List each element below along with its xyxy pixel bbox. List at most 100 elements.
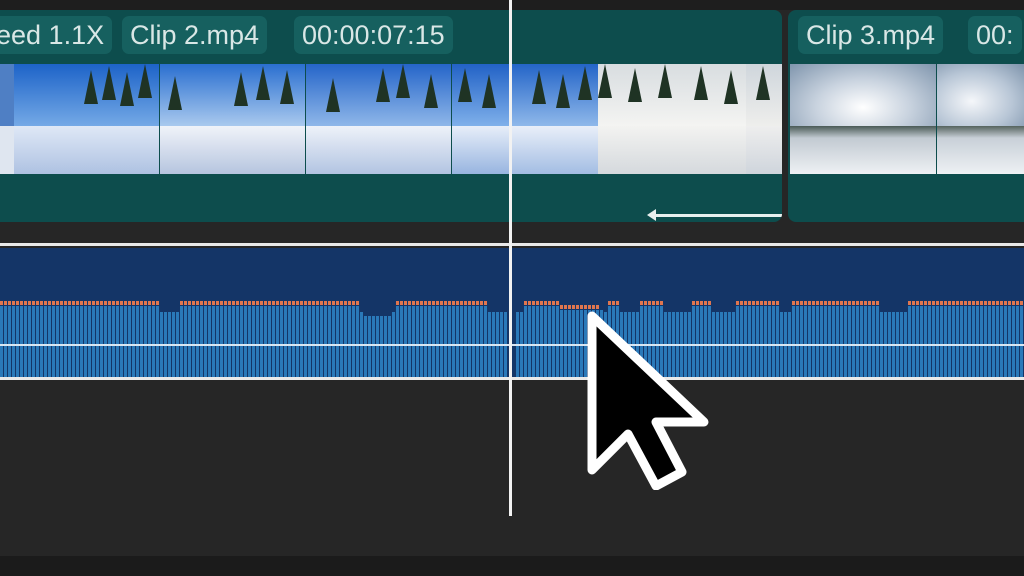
waveform-peak — [132, 301, 135, 305]
waveform-bar — [356, 306, 359, 378]
thumbnail-frame — [14, 64, 159, 174]
waveform-bar — [412, 306, 415, 378]
waveform-bar — [524, 306, 527, 378]
thumbnail-frame — [0, 64, 14, 174]
waveform-peak — [180, 301, 183, 305]
waveform-bar — [208, 306, 211, 378]
clip-name-label: Clip 3.mp4 — [798, 16, 944, 54]
audio-track[interactable] — [0, 248, 1024, 378]
waveform-peak — [152, 301, 155, 305]
waveform-peak — [960, 301, 963, 305]
waveform-peak — [920, 301, 923, 305]
waveform-peak — [436, 301, 439, 305]
waveform-peak — [240, 301, 243, 305]
waveform-bar — [296, 306, 299, 378]
waveform-peak — [424, 301, 427, 305]
waveform-peak — [340, 301, 343, 305]
waveform-peak — [948, 301, 951, 305]
waveform-bar — [484, 306, 487, 378]
waveform-peak — [252, 301, 255, 305]
waveform-peak — [148, 301, 151, 305]
speed-ramp-line[interactable] — [656, 214, 782, 217]
waveform-bar — [204, 306, 207, 378]
waveform-peak — [560, 305, 563, 309]
waveform-peak — [544, 301, 547, 305]
waveform-bar — [1008, 306, 1011, 378]
playhead[interactable] — [509, 0, 512, 516]
waveform-bar — [792, 306, 795, 378]
waveform-peak — [936, 301, 939, 305]
waveform-bar — [128, 306, 131, 378]
waveform-peak — [596, 305, 599, 309]
waveform-bar — [912, 306, 915, 378]
waveform-bar — [248, 306, 251, 378]
waveform-bar — [52, 306, 55, 378]
waveform-bar — [480, 306, 483, 378]
waveform-bar — [948, 306, 951, 378]
waveform-bar — [456, 306, 459, 378]
waveform-peak — [528, 301, 531, 305]
waveform-peak — [928, 301, 931, 305]
waveform-peak — [428, 301, 431, 305]
waveform-peak — [452, 301, 455, 305]
waveform-bar — [368, 316, 371, 378]
waveform-bar — [936, 306, 939, 378]
waveform-peak — [220, 301, 223, 305]
waveform-bar — [428, 306, 431, 378]
waveform-bar — [744, 306, 747, 378]
waveform-peak — [776, 301, 779, 305]
waveform-bar — [156, 306, 159, 378]
waveform-bar — [316, 306, 319, 378]
waveform-peak — [764, 301, 767, 305]
waveform-peak — [576, 305, 579, 309]
waveform-bar — [268, 306, 271, 378]
audio-track-bottom-border — [0, 377, 1024, 380]
volume-line[interactable] — [0, 344, 1024, 346]
waveform-peak — [800, 301, 803, 305]
waveform-bar — [312, 306, 315, 378]
waveform-bar — [84, 306, 87, 378]
waveform-bar — [852, 306, 855, 378]
audio-waveform — [0, 248, 1024, 378]
mouse-pointer-icon — [587, 311, 709, 490]
waveform-peak — [256, 301, 259, 305]
video-clip-2[interactable]: eed 1.1X Clip 2.mp4 00:00:07:15 — [0, 10, 782, 222]
waveform-peak — [700, 301, 703, 305]
waveform-peak — [128, 301, 131, 305]
waveform-bar — [344, 306, 347, 378]
waveform-bar — [16, 306, 19, 378]
waveform-bar — [740, 306, 743, 378]
waveform-bar — [148, 306, 151, 378]
waveform-peak — [292, 301, 295, 305]
waveform-bar — [236, 306, 239, 378]
waveform-peak — [396, 301, 399, 305]
waveform-peak — [752, 301, 755, 305]
waveform-peak — [212, 301, 215, 305]
waveform-peak — [208, 301, 211, 305]
waveform-peak — [932, 301, 935, 305]
waveform-bar — [956, 306, 959, 378]
waveform-peak — [96, 301, 99, 305]
waveform-peak — [836, 301, 839, 305]
video-clip-3[interactable]: Clip 3.mp4 00: — [788, 10, 1024, 222]
thumbnail-frame — [598, 64, 746, 174]
waveform-bar — [136, 306, 139, 378]
waveform-bar — [944, 306, 947, 378]
waveform-peak — [524, 301, 527, 305]
waveform-peak — [232, 301, 235, 305]
waveform-peak — [284, 301, 287, 305]
waveform-bar — [840, 306, 843, 378]
waveform-peak — [316, 301, 319, 305]
waveform-bar — [376, 316, 379, 378]
waveform-peak — [476, 301, 479, 305]
waveform-peak — [260, 301, 263, 305]
waveform-peak — [940, 301, 943, 305]
waveform-peak — [696, 301, 699, 305]
waveform-peak — [760, 301, 763, 305]
waveform-peak — [692, 301, 695, 305]
waveform-bar — [328, 306, 331, 378]
waveform-peak — [280, 301, 283, 305]
waveform-peak — [968, 301, 971, 305]
waveform-bar — [924, 306, 927, 378]
waveform-peak — [568, 305, 571, 309]
